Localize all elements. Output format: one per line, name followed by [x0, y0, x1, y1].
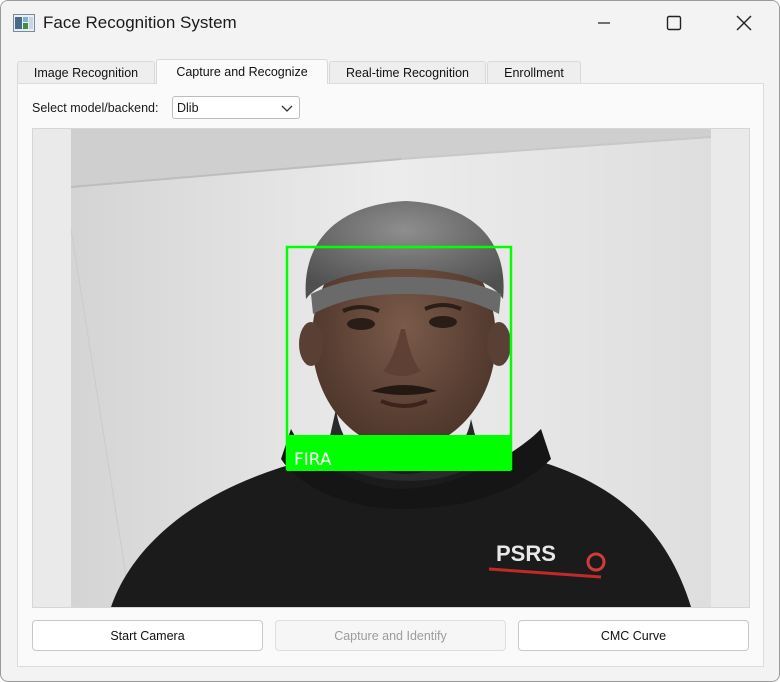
tab-enrollment[interactable]: Enrollment: [487, 61, 581, 83]
chevron-down-icon: [281, 105, 293, 112]
camera-display: PSRS FIRA: [32, 128, 750, 608]
maximize-button[interactable]: [651, 1, 697, 45]
detected-name-label: FIRA: [294, 450, 332, 470]
app-icon: [13, 14, 35, 32]
model-select-label: Select model/backend:: [32, 101, 159, 115]
capture-and-identify-button[interactable]: Capture and Identify: [275, 620, 506, 651]
app-window: Face Recognition System Image Recognitio…: [0, 0, 780, 682]
tab-capture-and-recognize[interactable]: Capture and Recognize: [156, 59, 328, 84]
minimize-button[interactable]: [581, 1, 627, 45]
hoodie-logo-text: PSRS: [496, 541, 556, 566]
start-camera-button[interactable]: Start Camera: [32, 620, 263, 651]
minimize-icon: [598, 22, 610, 24]
model-backend-value: Dlib: [177, 101, 199, 115]
model-backend-dropdown[interactable]: Dlib: [172, 96, 300, 119]
cmc-curve-button[interactable]: CMC Curve: [518, 620, 749, 651]
capture-panel: Select model/backend: Dlib PSRS FIRA Sta…: [17, 83, 764, 667]
tab-real-time-recognition[interactable]: Real-time Recognition: [329, 61, 486, 83]
maximize-icon: [666, 15, 682, 31]
close-button[interactable]: [721, 1, 767, 45]
camera-frame: PSRS FIRA: [71, 129, 711, 607]
webcam-image: PSRS FIRA: [71, 129, 711, 607]
window-title: Face Recognition System: [43, 13, 237, 32]
title-bar[interactable]: Face Recognition System: [1, 1, 779, 45]
close-icon: [736, 15, 752, 31]
tab-image-recognition[interactable]: Image Recognition: [17, 61, 155, 83]
